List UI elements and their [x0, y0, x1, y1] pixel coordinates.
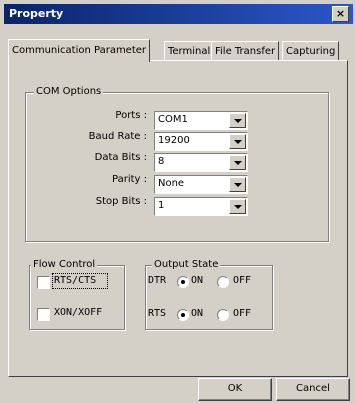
dtr-on-radio[interactable] [177, 276, 189, 288]
property-dialog: Property × Communication Parameter Termi… [0, 0, 355, 403]
rts-off-label: OFF [233, 308, 252, 319]
chevron-down-icon[interactable] [229, 155, 246, 170]
data-bits-label: Data Bits : [94, 152, 147, 163]
flow-control-group: Flow Control RTS/CTS XON/XOFF [29, 259, 125, 330]
chevron-down-icon[interactable] [229, 199, 246, 214]
stop-bits-select[interactable]: 1 [154, 197, 248, 216]
dtr-label: DTR [148, 275, 167, 286]
tab-file-transfer[interactable]: File Transfer [211, 41, 280, 61]
tab-communication-parameter[interactable]: Communication Parameter [8, 39, 151, 62]
parity-value: None [158, 178, 185, 189]
baud-rate-select[interactable]: 19200 [154, 132, 248, 151]
data-bits-select[interactable]: 8 [154, 153, 248, 172]
ok-button[interactable]: OK [198, 378, 272, 401]
output-state-group: Output State DTR ON OFF RTS ON OFF [145, 259, 273, 330]
rts-label: RTS [148, 308, 167, 319]
rts-off-radio[interactable] [217, 309, 229, 321]
flow-control-title: Flow Control [31, 259, 98, 270]
title-bar[interactable]: Property × [4, 4, 353, 24]
com-options-group: COM Options Ports : COM1 Baud Rate : 192… [25, 86, 329, 242]
stop-bits-value: 1 [158, 200, 165, 211]
xon-xoff-label: XON/XOFF [54, 307, 103, 318]
rts-on-label: ON [191, 308, 204, 319]
tab-terminal[interactable]: Terminal [164, 41, 215, 61]
ports-label: Ports : [115, 110, 147, 121]
data-bits-value: 8 [158, 156, 165, 167]
tab-capturing[interactable]: Capturing [282, 41, 340, 61]
window-title: Property [9, 7, 64, 20]
baud-rate-value: 19200 [158, 135, 190, 146]
parity-label: Parity : [112, 174, 147, 185]
chevron-down-icon[interactable] [229, 113, 246, 128]
dtr-off-label: OFF [233, 275, 252, 286]
parity-select[interactable]: None [154, 175, 248, 194]
dtr-on-label: ON [191, 275, 204, 286]
ports-value: COM1 [158, 114, 188, 125]
xon-xoff-checkbox[interactable] [37, 308, 50, 321]
tab-panel: COM Options Ports : COM1 Baud Rate : 192… [8, 60, 348, 377]
focus-indicator [52, 273, 108, 289]
cancel-button[interactable]: Cancel [276, 378, 350, 401]
close-icon[interactable]: × [332, 6, 349, 22]
com-options-title: COM Options [34, 86, 104, 97]
chevron-down-icon[interactable] [229, 134, 246, 149]
rts-cts-checkbox[interactable] [37, 276, 50, 289]
rts-on-radio[interactable] [177, 309, 189, 321]
dtr-off-radio[interactable] [217, 276, 229, 288]
ports-select[interactable]: COM1 [154, 111, 248, 130]
stop-bits-label: Stop Bits : [95, 196, 147, 207]
chevron-down-icon[interactable] [229, 177, 246, 192]
output-state-title: Output State [152, 259, 221, 270]
baud-rate-label: Baud Rate : [88, 131, 147, 142]
